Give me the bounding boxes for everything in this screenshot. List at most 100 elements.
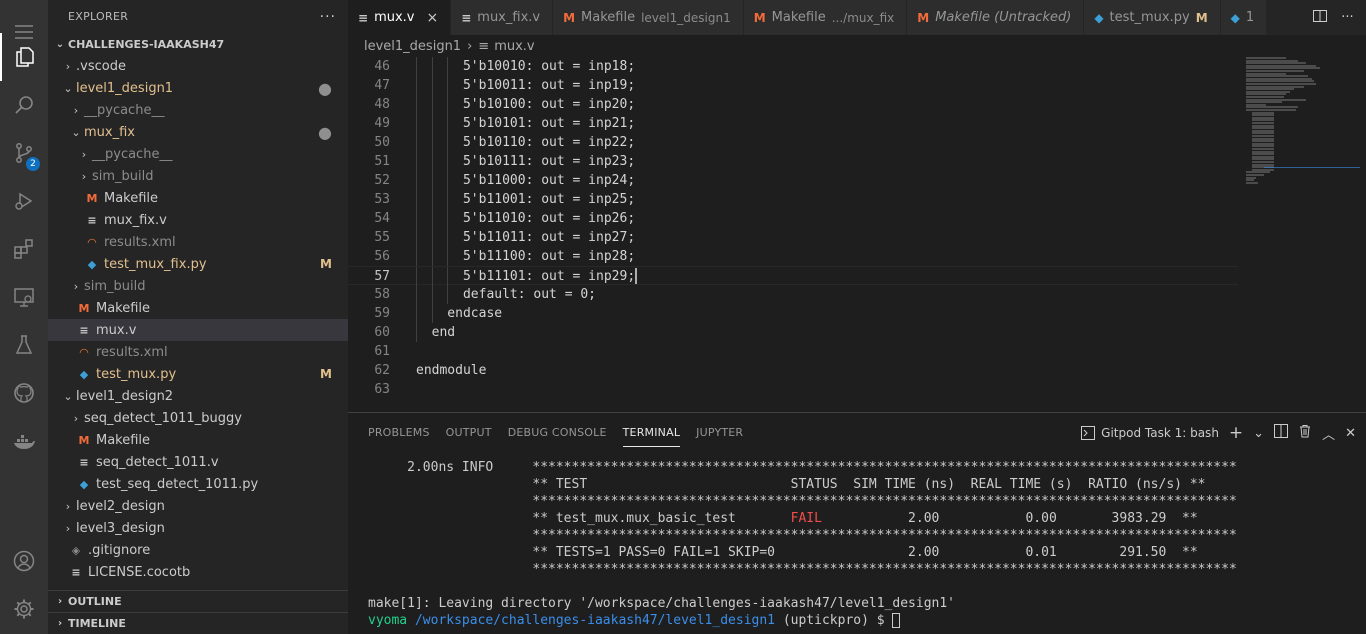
tree-file[interactable]: ≡ seq_detect_1011.v bbox=[48, 451, 348, 473]
terminal-dropdown-chevron-icon[interactable]: ⌄ bbox=[1253, 426, 1264, 441]
terminal-prompt[interactable]: vyoma /workspace/challenges-iaakash47/le… bbox=[368, 612, 1358, 629]
tree-item-label: sim_build bbox=[92, 168, 154, 184]
editor-tab[interactable]: M Makefile level1_design1 bbox=[553, 0, 744, 35]
chevron-down-icon: ⌄ bbox=[63, 389, 73, 403]
close-panel-icon[interactable]: ✕ bbox=[1345, 426, 1356, 441]
code-line[interactable]: 63 bbox=[348, 380, 1238, 399]
code-line[interactable]: 56 5'b11100: out = inp28; bbox=[348, 247, 1238, 266]
split-editor-icon[interactable] bbox=[1312, 8, 1328, 28]
panel-tab-problems[interactable]: PROBLEMS bbox=[368, 413, 430, 453]
code-text: 5'b11011: out = inp27; bbox=[416, 230, 636, 245]
tree-folder[interactable]: › seq_detect_1011_buggy bbox=[48, 407, 348, 429]
account-icon[interactable] bbox=[0, 537, 48, 585]
editor-tab[interactable]: M Makefile .../mux_fix bbox=[743, 0, 908, 35]
code-line[interactable]: 46 5'b10010: out = inp18; bbox=[348, 57, 1238, 76]
code-line[interactable]: 52 5'b11000: out = inp24; bbox=[348, 171, 1238, 190]
file-tree: › .vscode ⌄ level1_design1 ● › __pycache__ ⌄ mux… bbox=[48, 55, 348, 583]
tree-file[interactable]: ≡ LICENSE.cocotb bbox=[48, 561, 348, 583]
maximize-panel-chevron-up-icon[interactable]: ︿ bbox=[1322, 424, 1335, 443]
tree-item-label: mux_fix.v bbox=[104, 212, 167, 228]
tree-file[interactable]: ≡ mux.v bbox=[48, 319, 348, 341]
tree-folder[interactable]: ⌄ mux_fix ● bbox=[48, 121, 348, 143]
code-line[interactable]: 60 end bbox=[348, 323, 1238, 342]
tree-folder[interactable]: › level3_design bbox=[48, 517, 348, 539]
testing-flask-icon[interactable] bbox=[0, 321, 48, 369]
tree-file[interactable]: ◠ results.xml bbox=[48, 231, 348, 253]
code-line[interactable]: 55 5'b11011: out = inp27; bbox=[348, 228, 1238, 247]
editor-tab[interactable]: M Makefile (Untracked) bbox=[907, 0, 1085, 35]
code-line[interactable]: 57 5'b11101: out = inp29; bbox=[348, 266, 1238, 286]
source-control-icon[interactable]: 2 bbox=[0, 129, 48, 177]
panel-tab-jupyter[interactable]: JUPYTER bbox=[696, 413, 743, 453]
tree-folder[interactable]: ⌄ level1_design1 ● bbox=[48, 77, 348, 99]
tree-folder[interactable]: › level2_design bbox=[48, 495, 348, 517]
editor-tab[interactable]: ≡ mux.v × bbox=[348, 0, 452, 35]
breadcrumb-folder[interactable]: level1_design1 bbox=[364, 39, 461, 54]
panel-tab-terminal[interactable]: TERMINAL bbox=[622, 419, 681, 447]
outline-section[interactable]: › OUTLINE bbox=[48, 590, 348, 612]
tab-description: .../mux_fix bbox=[831, 10, 895, 25]
code-line[interactable]: 59 endcase bbox=[348, 304, 1238, 323]
tree-file[interactable]: ◆ test_seq_detect_1011.py bbox=[48, 473, 348, 495]
extensions-icon[interactable] bbox=[0, 225, 48, 273]
editor-tab[interactable]: ◆ test_mux.py M bbox=[1084, 0, 1221, 35]
more-actions-icon[interactable]: ··· bbox=[1341, 10, 1353, 25]
prompt-user: vyoma bbox=[368, 613, 408, 628]
line-number: 50 bbox=[374, 135, 390, 150]
code-line[interactable]: 53 5'b11001: out = inp25; bbox=[348, 190, 1238, 209]
tree-file[interactable]: ◆ test_mux.py M bbox=[48, 363, 348, 385]
tree-item-label: level1_design2 bbox=[76, 388, 174, 404]
tree-folder[interactable]: ⌄ level1_design2 bbox=[48, 385, 348, 407]
tree-file[interactable]: ≡ mux_fix.v bbox=[48, 209, 348, 231]
timeline-section[interactable]: › TIMELINE bbox=[48, 612, 348, 634]
tree-file[interactable]: M Makefile bbox=[48, 297, 348, 319]
code-line[interactable]: 61 bbox=[348, 342, 1238, 361]
new-terminal-plus-icon[interactable]: + bbox=[1229, 423, 1243, 443]
panel-tab-output[interactable]: OUTPUT bbox=[446, 413, 492, 453]
code-line[interactable]: 49 5'b10101: out = inp21; bbox=[348, 114, 1238, 133]
tree-file[interactable]: M Makefile bbox=[48, 187, 348, 209]
code-editor[interactable]: 46 5'b10010: out = inp18; 47 5'b10011: ou… bbox=[348, 57, 1238, 412]
split-terminal-icon[interactable] bbox=[1274, 424, 1289, 442]
terminal-output[interactable]: 2.00ns INFO ****************************… bbox=[368, 459, 1358, 629]
code-line[interactable]: 54 5'b11010: out = inp26; bbox=[348, 209, 1238, 228]
code-line[interactable]: 50 5'b10110: out = inp22; bbox=[348, 133, 1238, 152]
terminal-text: ** test_mux.mux_basic_test bbox=[532, 511, 791, 526]
tab-label: Makefile bbox=[581, 10, 636, 25]
code-line[interactable]: 48 5'b10100: out = inp20; bbox=[348, 95, 1238, 114]
code-text: endmodule bbox=[416, 363, 487, 378]
tree-file[interactable]: ◠ results.xml bbox=[48, 341, 348, 363]
tree-file[interactable]: M Makefile bbox=[48, 429, 348, 451]
tree-file[interactable]: ◈ .gitignore bbox=[48, 539, 348, 561]
search-icon[interactable] bbox=[0, 81, 48, 129]
editor-tab[interactable]: ◆ 1 bbox=[1220, 0, 1268, 35]
terminal-selector[interactable]: Gitpod Task 1: bash bbox=[1081, 426, 1219, 440]
tree-folder[interactable]: › .vscode bbox=[48, 55, 348, 77]
workspace-root-section[interactable]: ⌄ CHALLENGES-IAAKASH47 bbox=[48, 33, 348, 55]
breadcrumb-file[interactable]: mux.v bbox=[494, 39, 534, 54]
more-actions-icon[interactable]: ··· bbox=[320, 9, 336, 25]
tree-folder[interactable]: › sim_build bbox=[48, 165, 348, 187]
close-tab-icon[interactable]: × bbox=[426, 10, 438, 26]
editor-tab[interactable]: ≡ mux_fix.v bbox=[451, 0, 554, 35]
panel-tab-debug-console[interactable]: DEBUG CONSOLE bbox=[508, 413, 607, 453]
code-line[interactable]: 58 default: out = 0; bbox=[348, 285, 1238, 304]
code-line[interactable]: 62 endmodule bbox=[348, 361, 1238, 380]
tree-file[interactable]: ◆ test_mux_fix.py M bbox=[48, 253, 348, 275]
minimap[interactable] bbox=[1238, 57, 1366, 412]
github-icon[interactable] bbox=[0, 369, 48, 417]
kill-terminal-trash-icon[interactable] bbox=[1298, 424, 1312, 442]
docker-icon[interactable] bbox=[0, 417, 48, 465]
run-debug-icon[interactable] bbox=[0, 177, 48, 225]
code-line[interactable]: 51 5'b10111: out = inp23; bbox=[348, 152, 1238, 171]
explorer-icon[interactable] bbox=[0, 33, 48, 81]
tree-item-label: .gitignore bbox=[88, 542, 151, 558]
remote-explorer-icon[interactable] bbox=[0, 273, 48, 321]
settings-gear-icon[interactable] bbox=[0, 585, 48, 633]
tree-item-label: level1_design1 bbox=[76, 80, 174, 96]
tree-folder[interactable]: › sim_build bbox=[48, 275, 348, 297]
tree-folder[interactable]: › __pycache__ bbox=[48, 143, 348, 165]
tree-folder[interactable]: › __pycache__ bbox=[48, 99, 348, 121]
code-line[interactable]: 47 5'b10011: out = inp19; bbox=[348, 76, 1238, 95]
